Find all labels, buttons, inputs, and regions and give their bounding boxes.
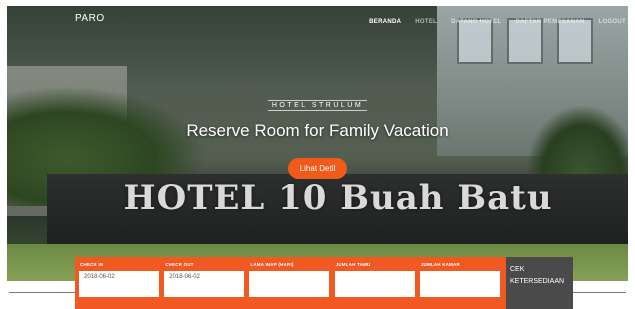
checkin-field-group: CHECK IN 2018-06-02 [79,262,161,305]
slider-dot[interactable] [630,155,635,160]
nights-label: LAMA INAP (HARI) [250,262,294,267]
hero-banner [7,6,628,281]
hotel-sign: HOTEL 10 Buah Batu [123,178,553,218]
nav-item-hotel[interactable]: HOTEL [415,19,437,25]
slider-dot[interactable] [630,179,635,184]
check-availability-button[interactable]: CEK KETERSEDIAAN [506,257,573,309]
nav-item-logout[interactable]: LOGOUT [599,19,626,25]
hero-subtitle: HOTEL STRULUM [267,100,368,111]
slider-dots [630,155,635,184]
guests-field-group: JUMLAH TAMU [334,262,417,305]
checkout-input[interactable]: 2018-06-02 [164,271,245,297]
rooms-label: JUMLAH KAMAR [420,262,460,267]
detail-button[interactable]: Lihat Detil [287,158,348,179]
rooms-input[interactable] [419,271,500,297]
slider-dot[interactable] [630,167,635,172]
main-nav: BERANDA HOTEL DATANG HOTEL DAFTAR PEMESA… [369,19,626,25]
checkin-input[interactable]: 2018-06-02 [79,271,159,297]
guests-label: JUMLAH TAMU [335,262,371,267]
guests-input[interactable] [334,271,415,297]
nav-item-daftar-pemesanan[interactable]: DAFTAR PEMESANAN [516,19,585,25]
checkout-field-group: CHECK OUT 2018-06-02 [164,262,246,305]
nights-input[interactable] [249,271,330,297]
hero-headline: Reserve Room for Family Vacation [186,121,449,140]
nights-field-group: LAMA INAP (HARI) [249,262,331,305]
booking-form: CHECK IN 2018-06-02 CHECK OUT 2018-06-02… [75,257,506,309]
brand-logo[interactable]: PARO [75,13,105,24]
rooms-field-group: JUMLAH KAMAR [419,262,502,305]
nav-item-datang-hotel[interactable]: DATANG HOTEL [451,19,501,25]
nav-item-beranda[interactable]: BERANDA [369,19,401,25]
checkin-label: CHECK IN [80,262,104,267]
checkout-label: CHECK OUT [165,262,194,267]
